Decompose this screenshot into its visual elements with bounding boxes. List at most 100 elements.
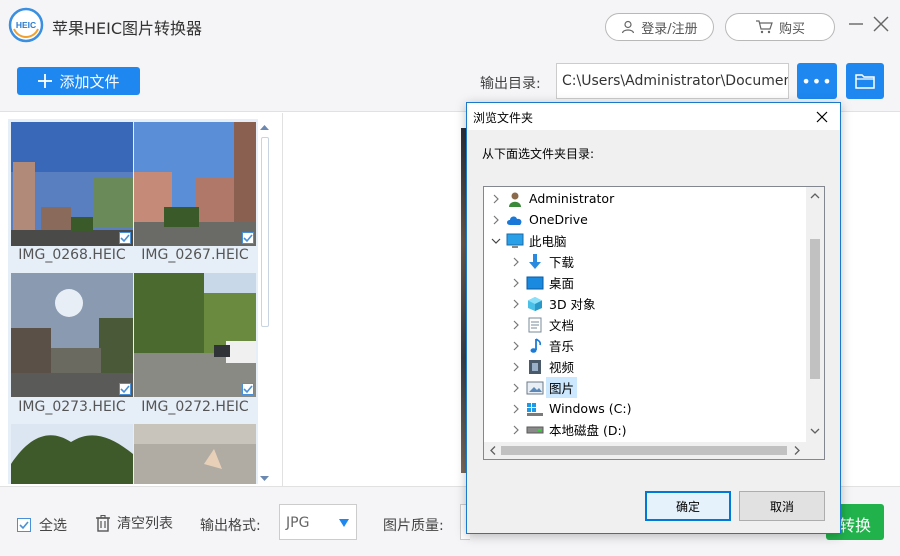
tree-horizontal-scrollbar[interactable]	[484, 442, 806, 459]
tree-item-label: Administrator	[529, 191, 615, 206]
output-dir-field[interactable]: C:\Users\Administrator\Documents	[556, 63, 789, 99]
expand-arrow-icon[interactable]	[510, 382, 522, 394]
photo-thumbnail	[11, 122, 133, 246]
checkbox[interactable]	[242, 232, 254, 244]
cloud-icon	[506, 211, 524, 229]
thumbnail-name: IMG_0273.HEIC	[18, 399, 126, 415]
expand-arrow-icon[interactable]	[510, 340, 522, 352]
expand-arrow-icon[interactable]	[510, 361, 522, 373]
expand-arrow-icon[interactable]	[510, 277, 522, 289]
thumbnail-item[interactable]	[11, 273, 133, 397]
tree-item-desktop[interactable]: 桌面	[510, 272, 577, 293]
photo-thumbnail	[11, 273, 133, 397]
tree-item-pictures[interactable]: 图片	[510, 377, 578, 398]
tree-vertical-scrollbar[interactable]	[806, 187, 824, 442]
thumbnail-item[interactable]	[134, 122, 256, 246]
thumbnail-panel: IMG_0268.HEIC IMG_0267.HEIC IMG_0273.HEI…	[0, 113, 283, 486]
login-button[interactable]: 登录/注册	[605, 13, 714, 41]
thumbnail-item[interactable]	[11, 424, 133, 484]
expand-arrow-icon[interactable]	[490, 193, 502, 205]
scroll-down-icon[interactable]	[806, 425, 824, 437]
tree-item-onedrive[interactable]: OneDrive	[490, 209, 591, 230]
scroll-right-icon[interactable]	[791, 442, 803, 459]
close-icon[interactable]	[870, 13, 892, 35]
ok-button[interactable]: 确定	[645, 491, 731, 521]
clear-list-button[interactable]: 清空列表	[95, 513, 173, 533]
format-label: 输出格式:	[200, 518, 261, 534]
open-folder-button[interactable]	[846, 63, 884, 99]
tree-item-downloads[interactable]: 下载	[510, 251, 577, 272]
music-icon	[526, 337, 544, 355]
scroll-up-icon[interactable]	[806, 190, 824, 202]
buy-button[interactable]: 购买	[725, 13, 835, 41]
thumbnail-scrollbar[interactable]	[258, 123, 271, 483]
download-icon	[526, 253, 544, 271]
app-logo-icon: HEIC	[8, 7, 44, 43]
tree-item-videos[interactable]: 视频	[510, 356, 577, 377]
expand-arrow-icon[interactable]	[490, 214, 502, 226]
tree-item-label: 图片	[546, 377, 578, 398]
tree-item-label: 视频	[549, 360, 575, 375]
photo-thumbnail	[134, 122, 256, 246]
tree-item-music[interactable]: 音乐	[510, 335, 577, 356]
tree-item-this-pc[interactable]: 此电脑	[490, 230, 570, 251]
scroll-up-icon[interactable]	[258, 123, 271, 133]
trash-icon	[96, 514, 110, 532]
tree-item-label: 此电脑	[529, 234, 567, 249]
thumbnail-item[interactable]	[11, 122, 133, 246]
pictures-icon	[526, 379, 544, 397]
tree-item-administrator[interactable]: Administrator	[490, 188, 617, 209]
photo-thumbnail	[134, 273, 256, 397]
browse-folder-dialog: 浏览文件夹 从下面选文件夹目录: Administrator OneDrive …	[466, 102, 841, 534]
scrollbar-thumb[interactable]	[810, 239, 820, 379]
select-all-checkbox[interactable]: 全选	[17, 515, 67, 535]
buy-label: 购买	[778, 21, 805, 37]
tree-item-local-disk-d[interactable]: 本地磁盘 (D:)	[510, 419, 630, 440]
expand-arrow-icon[interactable]	[510, 319, 522, 331]
tree-item-windows-c[interactable]: Windows (C:)	[510, 398, 634, 419]
scroll-down-icon[interactable]	[258, 473, 271, 483]
dialog-close-icon[interactable]	[813, 108, 831, 126]
checkbox-checked-icon	[17, 518, 31, 532]
add-files-button[interactable]: 添加文件	[17, 67, 140, 95]
computer-icon	[506, 232, 524, 250]
format-select[interactable]: JPG	[279, 504, 357, 540]
browse-more-button[interactable]: •••	[797, 63, 837, 99]
hard-drive-icon	[526, 421, 544, 439]
expand-arrow-icon[interactable]	[510, 256, 522, 268]
expand-arrow-icon[interactable]	[510, 403, 522, 415]
checkbox[interactable]	[119, 232, 131, 244]
add-files-label: 添加文件	[59, 72, 120, 91]
tree-item-3d-objects[interactable]: 3D 对象	[510, 293, 599, 314]
photo-thumbnail	[134, 424, 256, 484]
folder-icon	[855, 74, 875, 89]
minimize-icon[interactable]	[845, 13, 867, 35]
scrollbar-thumb[interactable]	[501, 446, 787, 455]
collapse-arrow-icon[interactable]	[490, 235, 502, 247]
user-icon	[622, 20, 635, 34]
tree-item-documents[interactable]: 文档	[510, 314, 577, 335]
thumbnail-item[interactable]	[134, 424, 256, 484]
expand-arrow-icon[interactable]	[510, 424, 522, 436]
folder-tree: Administrator OneDrive 此电脑 下载 桌面 3D 对象 文…	[483, 186, 825, 460]
document-icon	[526, 316, 544, 334]
checkbox[interactable]	[242, 383, 254, 395]
thumbnail-item[interactable]	[134, 273, 256, 397]
scroll-left-icon[interactable]	[487, 442, 499, 459]
tree-item-label: 本地磁盘 (D:)	[549, 423, 627, 438]
checkbox[interactable]	[119, 383, 131, 395]
app-logo-text: HEIC	[16, 20, 36, 30]
expand-arrow-icon[interactable]	[510, 298, 522, 310]
thumbnail-name: IMG_0272.HEIC	[141, 399, 249, 415]
scrollbar-thumb[interactable]	[261, 137, 269, 327]
thumbnail-name: IMG_0267.HEIC	[141, 247, 249, 263]
desktop-icon	[526, 274, 544, 292]
cancel-button[interactable]: 取消	[739, 491, 825, 521]
plus-icon	[38, 74, 53, 88]
output-dir-label: 输出目录:	[480, 76, 541, 92]
select-all-label: 全选	[39, 518, 67, 534]
login-label: 登录/注册	[641, 21, 698, 37]
tree-item-label: 音乐	[549, 339, 575, 354]
3d-objects-icon	[526, 295, 544, 313]
user-folder-icon	[506, 190, 524, 208]
